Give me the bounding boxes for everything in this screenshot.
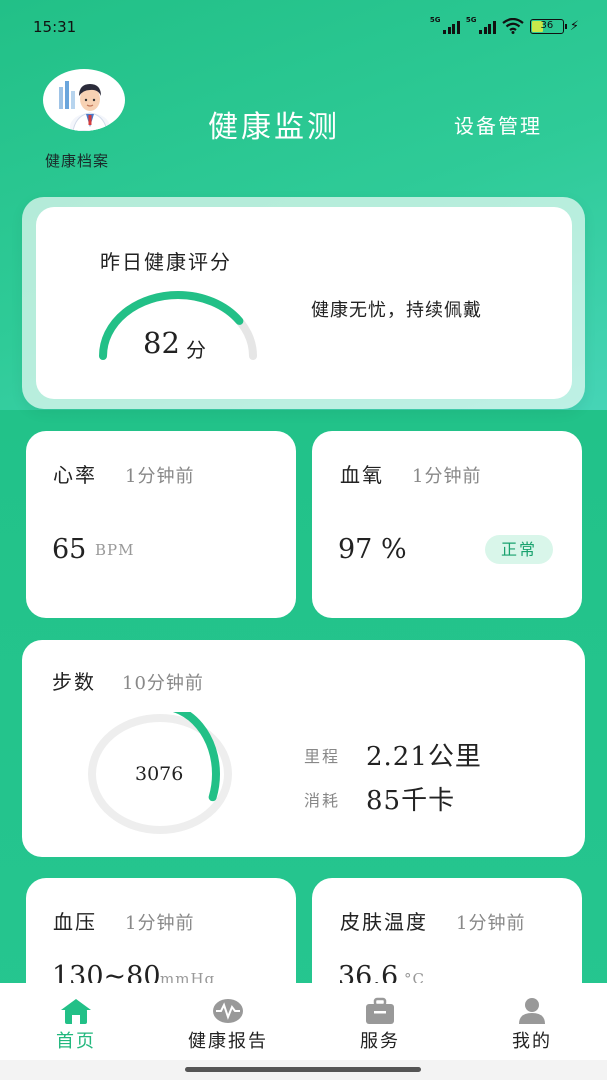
calories-value: 85千卡 (366, 786, 456, 816)
health-profile-label[interactable]: 健康档案 (45, 150, 109, 171)
battery-icon: 36 (529, 18, 567, 34)
status-bar: 15:31 5G 5G 36 ⚡ (0, 0, 607, 56)
bottom-navigation: 首页 健康报告 服务 我的 (0, 983, 607, 1060)
wifi-icon (502, 18, 524, 34)
heart-rate-time: 1分钟前 (125, 466, 195, 487)
charging-icon: ⚡ (569, 18, 579, 34)
skin-temperature-title: 皮肤温度 (340, 910, 428, 934)
health-report-icon (213, 999, 243, 1023)
nav-item-profile[interactable]: 我的 (472, 983, 592, 1060)
home-indicator[interactable] (185, 1067, 421, 1072)
score-value: 82 (143, 326, 180, 360)
status-icons: 5G 5G 36 ⚡ (430, 16, 579, 34)
blood-oxygen-value: 97 % (338, 534, 407, 565)
service-icon (366, 997, 394, 1024)
page-title: 健康监测 (208, 110, 340, 145)
steps-time: 10分钟前 (122, 673, 204, 694)
doctor-avatar-icon (59, 81, 110, 131)
heart-rate-unit: BPM (95, 541, 135, 559)
calories-label: 消耗 (304, 791, 341, 810)
signal-icon: 5G (430, 16, 460, 34)
blood-oxygen-title: 血氧 (340, 463, 384, 487)
score-title: 昨日健康评分 (100, 250, 232, 274)
signal-icon: 5G (466, 16, 496, 34)
nav-label-service: 服务 (360, 1031, 400, 1052)
nav-label-health-report: 健康报告 (188, 1031, 268, 1052)
steps-value: 3076 (135, 763, 184, 785)
score-unit: 分 (186, 338, 206, 362)
steps-title: 步数 (52, 670, 96, 694)
profile-icon (519, 998, 545, 1024)
blood-pressure-title: 血压 (53, 910, 97, 934)
skin-temperature-time: 1分钟前 (456, 913, 526, 934)
nav-label-home: 首页 (56, 1031, 96, 1052)
score-message: 健康无忧，持续佩戴 (311, 300, 482, 321)
nav-item-service[interactable]: 服务 (320, 983, 440, 1060)
home-icon (61, 999, 91, 1024)
nav-item-health-report[interactable]: 健康报告 (168, 983, 288, 1060)
status-badge: 正常 (485, 535, 553, 564)
blood-pressure-time: 1分钟前 (125, 913, 195, 934)
status-time: 15:31 (33, 18, 77, 36)
heart-rate-title: 心率 (53, 463, 97, 487)
distance-value: 2.21公里 (366, 742, 482, 772)
heart-rate-value: 65 (52, 534, 87, 565)
nav-item-home[interactable]: 首页 (16, 983, 136, 1060)
blood-oxygen-time: 1分钟前 (412, 466, 482, 487)
nav-label-profile: 我的 (512, 1031, 552, 1052)
device-management-button[interactable]: 设备管理 (454, 110, 542, 139)
avatar[interactable] (43, 69, 125, 131)
distance-label: 里程 (304, 747, 341, 766)
